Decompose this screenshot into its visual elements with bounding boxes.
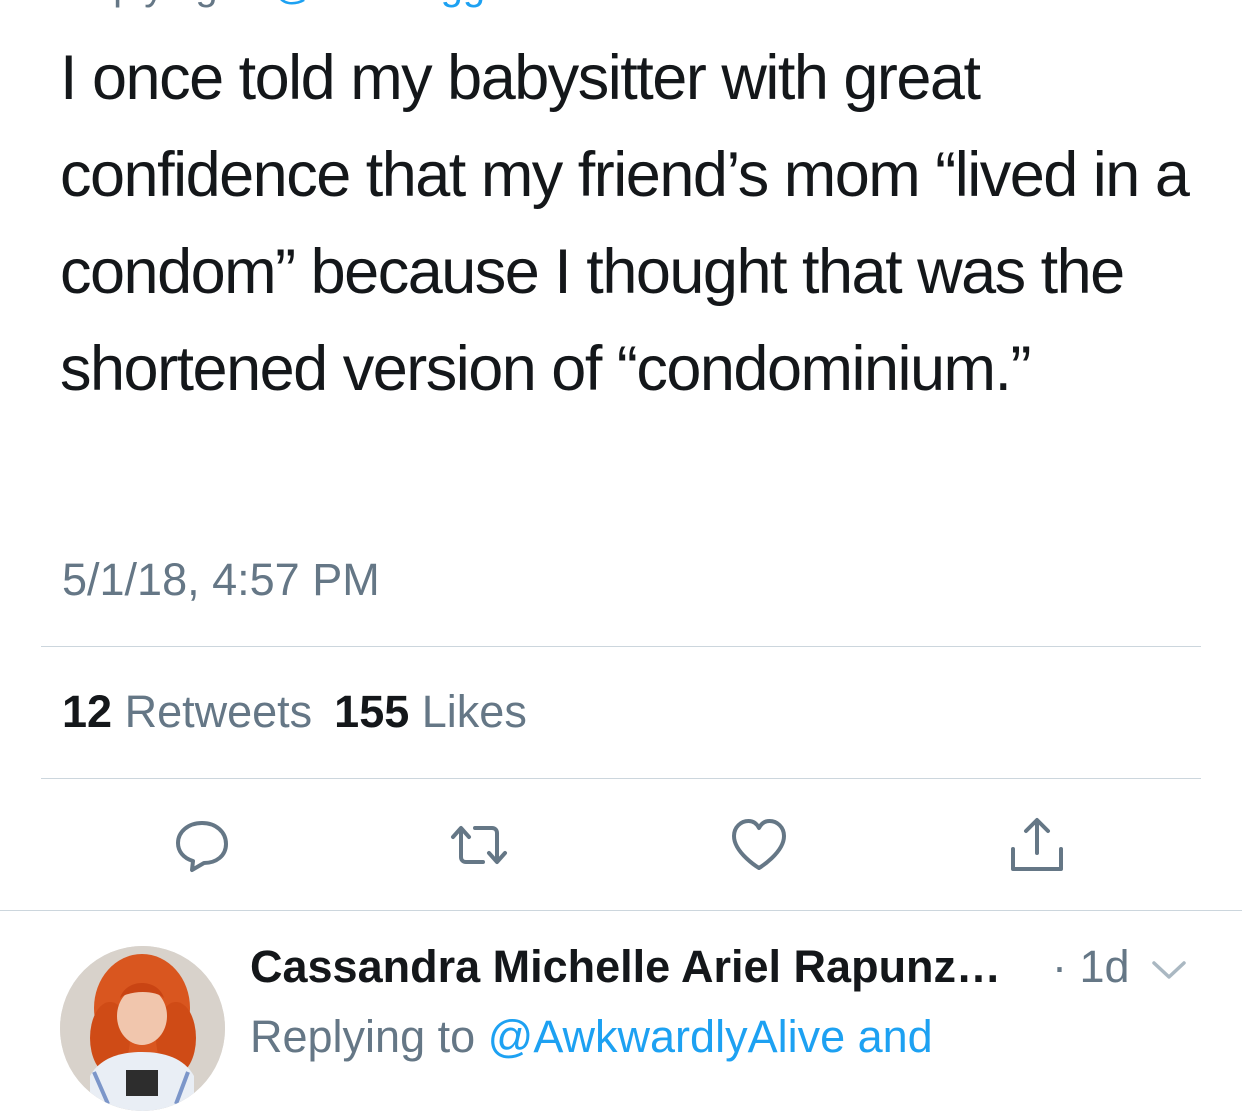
reply-replying-prefix: Replying to	[250, 1011, 476, 1062]
tweet-stats: 12 Retweets 155 Likes	[62, 686, 527, 738]
reply-time: · 1d	[1052, 941, 1130, 992]
divider	[41, 778, 1201, 779]
retweets-count: 12	[62, 686, 113, 737]
divider	[41, 646, 1201, 647]
retweets-stat[interactable]: 12 Retweets	[62, 686, 312, 737]
reply-icon	[176, 821, 228, 872]
profile-photo-image	[60, 946, 225, 1111]
replying-to-prefix: Replying to	[62, 0, 262, 8]
reply-button[interactable]	[169, 812, 235, 878]
likes-stat[interactable]: 155 Likes	[334, 686, 527, 737]
retweet-icon	[451, 826, 507, 864]
retweets-label: Retweets	[124, 686, 313, 737]
share-button[interactable]	[1004, 812, 1070, 878]
divider	[0, 910, 1242, 911]
like-button[interactable]	[726, 812, 792, 878]
replying-to-handle-link[interactable]: @TheBloggess	[273, 0, 547, 8]
heart-icon	[732, 819, 786, 870]
avatar[interactable]	[60, 946, 225, 1111]
likes-label: Likes	[421, 686, 527, 737]
tweet-timestamp: 5/1/18, 4:57 PM	[62, 554, 380, 605]
reply-replying-to: Replying to @AwkwardlyAlive and	[250, 1010, 933, 1064]
replying-to-header: Replying to @TheBloggess	[62, 0, 547, 6]
reply-replying-handle-link[interactable]: @AwkwardlyAlive and	[488, 1011, 933, 1062]
retweet-button[interactable]	[446, 812, 512, 878]
tweet-text: I once told my babysitter with great con…	[60, 43, 1190, 404]
reply-author-name[interactable]: Cassandra Michelle Ariel Rapunz…	[250, 940, 1001, 994]
likes-count: 155	[334, 686, 410, 737]
chevron-down-icon[interactable]	[1150, 958, 1188, 982]
share-icon	[1011, 818, 1063, 871]
